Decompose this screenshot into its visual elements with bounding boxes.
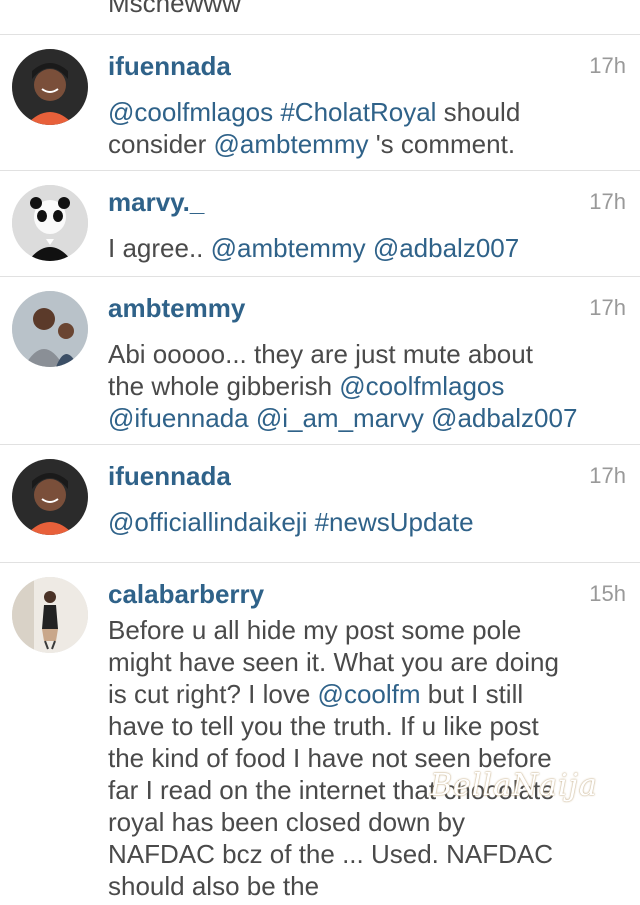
comment-line: Abi ooooo... they are just mute about: [108, 338, 623, 370]
comment-username[interactable]: ifuennada: [108, 461, 231, 492]
mention-link[interactable]: @coolfmlagos #CholatRoyal: [108, 97, 436, 127]
comment-text: @coolfmlagos #CholatRoyal should consider…: [108, 96, 623, 160]
comment-text-segment: might have seen it. What you are doing: [108, 647, 559, 677]
comment-text-segment: consider: [108, 129, 214, 159]
comment-timestamp: 17h: [589, 53, 626, 78]
comment-line: @officiallindaikeji #newsUpdate: [108, 506, 623, 538]
comment-text-segment: Abi ooooo... they are just mute about: [108, 339, 533, 369]
mention-link[interactable]: @ifuennada @i_am_marvy @adbalz007: [108, 403, 577, 433]
comment-text-segment: but I still: [420, 679, 524, 709]
comment-timestamp: 17h: [589, 463, 626, 488]
comment-text-segment: I agree..: [108, 233, 211, 263]
comment-line: royal has been closed down by: [108, 806, 623, 838]
comment-line: have to tell you the truth. If u like po…: [108, 710, 623, 742]
comment-line: the whole gibberish @coolfmlagos: [108, 370, 623, 402]
comment-username[interactable]: calabarberry: [108, 579, 264, 610]
comment-username[interactable]: marvy._: [108, 187, 204, 218]
comment-line: I agree.. @ambtemmy @adbalz007: [108, 232, 623, 264]
comment-text-segment: the whole gibberish: [108, 371, 340, 401]
avatar[interactable]: [12, 49, 88, 125]
comment-item: calabarberry 15h Before u all hide my po…: [0, 562, 640, 905]
comment-line: should also be the: [108, 870, 623, 902]
comment-line: Before u all hide my post some pole: [108, 614, 623, 646]
comment-item: ambtemmy 17h Abi ooooo... they are just …: [0, 276, 640, 445]
mention-link[interactable]: @officiallindaikeji #newsUpdate: [108, 507, 474, 537]
comment-timestamp: 17h: [589, 295, 626, 320]
comment-text-segment: have to tell you the truth. If u like po…: [108, 711, 539, 741]
comment-line: NAFDAC bcz of the ... Used. NAFDAC: [108, 838, 623, 870]
watermark-logo: BellaNaija: [430, 768, 598, 803]
avatar[interactable]: [12, 577, 88, 653]
comment-text: @officiallindaikeji #newsUpdate: [108, 506, 623, 538]
comment-text-segment: 's comment.: [368, 129, 516, 159]
comment-text-segment: is cut right? I love: [108, 679, 318, 709]
comment-item: ifuennada 17h @officiallindaikeji #newsU…: [0, 444, 640, 563]
mention-link[interactable]: @coolfm: [318, 679, 421, 709]
comment-text: Before u all hide my post some pole might…: [108, 614, 623, 902]
comment-text-segment: should also be the: [108, 871, 320, 901]
comment-line: @coolfmlagos #CholatRoyal should: [108, 96, 623, 128]
comment-item: ifuennada 17h @coolfmlagos #CholatRoyal …: [0, 34, 640, 171]
mention-link[interactable]: @ambtemmy: [214, 129, 369, 159]
comment-text-segment: NAFDAC bcz of the ... Used. NAFDAC: [108, 839, 554, 869]
comment-text-segment: should: [436, 97, 521, 127]
avatar[interactable]: [12, 291, 88, 367]
comment-item: marvy._ 17h I agree.. @ambtemmy @adbalz0…: [0, 170, 640, 277]
avatar[interactable]: [12, 459, 88, 535]
comment-line: @ifuennada @i_am_marvy @adbalz007: [108, 402, 623, 434]
avatar[interactable]: [12, 185, 88, 261]
comment-username[interactable]: ifuennada: [108, 51, 231, 82]
comment-text: Abi ooooo... they are just mute about the…: [108, 338, 623, 434]
comment-line: consider @ambtemmy 's comment.: [108, 128, 623, 160]
mention-link[interactable]: @coolfmlagos: [339, 371, 504, 401]
comment-username[interactable]: ambtemmy: [108, 293, 245, 324]
comment-line: is cut right? I love @coolfm but I still: [108, 678, 623, 710]
comment-timestamp: 15h: [589, 581, 626, 606]
comment-text: I agree.. @ambtemmy @adbalz007: [108, 232, 623, 264]
comment-text-segment: royal has been closed down by: [108, 807, 466, 837]
mention-link[interactable]: @ambtemmy @adbalz007: [211, 233, 520, 263]
comment-text-segment: Before u all hide my post some pole: [108, 615, 522, 645]
previous-comment-text: Mschewww: [108, 0, 241, 18]
comment-timestamp: 17h: [589, 189, 626, 214]
comment-line: might have seen it. What you are doing: [108, 646, 623, 678]
